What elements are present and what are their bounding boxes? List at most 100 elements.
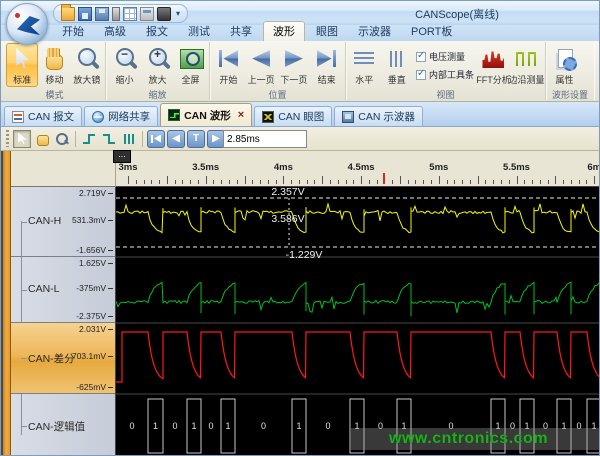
toolbar-grip[interactable] — [6, 130, 9, 147]
ribbon-tab-测试[interactable]: 测试 — [179, 22, 219, 41]
doc-tab-label: CAN 示波器 — [358, 109, 415, 124]
ribbon-button-edge[interactable]: 边沿测量 — [510, 43, 543, 87]
ruler-label: 6m — [574, 162, 600, 173]
ribbon-button-vertical[interactable]: 垂直 — [380, 43, 412, 87]
ruler-tick — [206, 176, 207, 184]
ribbon-button-label: 放大镜 — [73, 73, 100, 86]
ribbon-tab-PORT板[interactable]: PORT板 — [402, 22, 461, 41]
ribbon-group-label: 视图 — [346, 88, 545, 100]
doc-tab-scope[interactable]: CAN 示波器 — [334, 106, 423, 126]
toolbar-button-trigger-position[interactable]: T — [187, 130, 205, 148]
doc-tab-eye[interactable]: CAN 眼图 — [254, 106, 332, 126]
toolbar-button-mag[interactable] — [53, 130, 71, 148]
checkbox-icon[interactable] — [416, 52, 426, 62]
nav-prev-icon — [169, 132, 183, 146]
ribbon-tab-示波器[interactable]: 示波器 — [349, 22, 400, 41]
ribbon-button-properties[interactable]: 属性 — [548, 43, 581, 87]
svg-text:1: 1 — [225, 421, 230, 431]
nav-first-icon — [149, 132, 163, 146]
channel-row-can-diff[interactable]: 2.031V CAN-差分 703.1mV -625mV — [11, 323, 115, 394]
window-icon[interactable] — [140, 7, 154, 21]
ribbon-tab-共享[interactable]: 共享 — [221, 22, 261, 41]
ribbon-button-nav-prev[interactable]: 上一页 — [245, 43, 278, 87]
layout-icon[interactable] — [123, 7, 137, 21]
ruler-tick — [501, 180, 502, 184]
ribbon-button-horizontal[interactable]: 水平 — [348, 43, 380, 87]
toolbar-button-nav-prev[interactable] — [167, 130, 185, 148]
time-ruler[interactable]: 3ms3.5ms4ms4.5ms5ms5.5ms6m — [116, 151, 600, 187]
nav-next-icon — [209, 132, 223, 146]
ruler-tick — [462, 180, 463, 184]
ribbon-button-nav-first[interactable]: 开始 — [212, 43, 245, 87]
media-icon[interactable] — [157, 7, 171, 21]
checkbox-内部工具条[interactable]: 内部工具条 — [416, 68, 474, 81]
ruler-tick — [144, 180, 145, 184]
ruler-tick — [563, 180, 564, 184]
hand-icon — [35, 132, 49, 146]
ribbon-button-cursor[interactable]: 标准 — [6, 43, 38, 87]
ruler-tick — [369, 180, 370, 184]
ruler-tick — [159, 180, 160, 184]
ribbon-button-fft[interactable]: FFT分析 — [477, 43, 510, 87]
ribbon-button-fullscreen[interactable]: 全屏 — [174, 43, 207, 87]
open-icon[interactable] — [61, 7, 75, 21]
checkbox-电压测量[interactable]: 电压测量 — [416, 50, 474, 63]
ribbon-tab-报文[interactable]: 报文 — [137, 22, 177, 41]
checkbox-label: 电压测量 — [429, 50, 465, 63]
ribbon-button-zoom-in[interactable]: 放大 — [141, 43, 174, 87]
ruler-tick — [392, 180, 393, 184]
chevron-down-icon[interactable]: ▾ — [174, 9, 180, 18]
save-all-icon[interactable] — [95, 7, 109, 21]
channel-row-can-logic[interactable]: CAN-逻辑值 — [11, 394, 115, 456]
channel-row-can-l[interactable]: 1.625V CAN-L -375mV -2.375V — [11, 257, 115, 323]
panel-corner — [11, 151, 116, 187]
ribbon-tab-高级[interactable]: 高级 — [95, 22, 135, 41]
ruler-tick — [509, 180, 510, 184]
ruler-tick — [268, 180, 269, 184]
ruler-tick — [221, 180, 222, 184]
pin-icon[interactable] — [112, 7, 120, 21]
ruler-tick — [322, 176, 323, 184]
toolbar-button-edge-fall[interactable] — [100, 130, 118, 148]
checkbox-icon[interactable] — [416, 70, 426, 80]
toolbar-button-cursor[interactable] — [13, 130, 31, 148]
toolbar-button-comb[interactable] — [120, 130, 138, 148]
ribbon-group-label: 位置 — [210, 88, 345, 100]
ruler-tick — [307, 180, 308, 184]
ribbon-button-nav-last[interactable]: 结束 — [310, 43, 343, 87]
ribbon-tab-开始[interactable]: 开始 — [53, 22, 93, 41]
nav-first-icon — [215, 46, 241, 72]
trigger-marker[interactable] — [383, 173, 385, 184]
ribbon-tab-眼图[interactable]: 眼图 — [307, 22, 347, 41]
waveform-canvas[interactable]: 010101010101010101012.357V3.586V-1.229V — [116, 187, 600, 456]
time-scale-input[interactable] — [223, 130, 307, 148]
channel-panel: 2.719V CAN-H 531.3mV -1.656V 1.625V CAN-… — [11, 187, 116, 456]
ruler-more-button[interactable]: ... — [113, 150, 131, 163]
ribbon: 标准移动放大镜 模式 缩小放大全屏 缩放 开始上一页下一页结束 位置 水平垂直电… — [1, 41, 600, 102]
svg-text:0: 0 — [172, 421, 177, 431]
close-tab-icon[interactable]: × — [238, 109, 244, 121]
ruler-tick — [314, 180, 315, 184]
ribbon-button-label: 边沿测量 — [508, 73, 544, 86]
fft-icon — [480, 46, 506, 72]
channel-row-can-h[interactable]: 2.719V CAN-H 531.3mV -1.656V — [11, 187, 115, 257]
toolbar-button-hand[interactable] — [33, 130, 51, 148]
app-menu-button[interactable] — [6, 3, 48, 45]
ribbon-tab-波形[interactable]: 波形 — [263, 21, 305, 41]
eye-icon — [262, 111, 274, 123]
save-icon[interactable] — [78, 7, 92, 21]
ribbon-button-nav-next[interactable]: 下一页 — [278, 43, 311, 87]
ribbon-button-label: 全屏 — [181, 73, 199, 86]
dock-strip[interactable] — [1, 151, 11, 456]
nav-last-icon — [314, 46, 340, 72]
toolbar-button-nav-first[interactable] — [147, 130, 165, 148]
doc-tab-waveform[interactable]: CAN 波形× — [160, 103, 252, 126]
toolbar-button-edge-rise[interactable] — [80, 130, 98, 148]
ribbon-button-magnifier[interactable]: 放大镜 — [71, 43, 103, 87]
watermark: www.cntronics.com — [389, 430, 595, 448]
doc-tab-message[interactable]: CAN 报文 — [4, 106, 82, 126]
ribbon-button-hand[interactable]: 移动 — [38, 43, 70, 87]
ruler-tick — [439, 176, 440, 184]
ribbon-button-zoom-out[interactable]: 缩小 — [108, 43, 141, 87]
doc-tab-globe[interactable]: 网络共享 — [84, 106, 158, 126]
